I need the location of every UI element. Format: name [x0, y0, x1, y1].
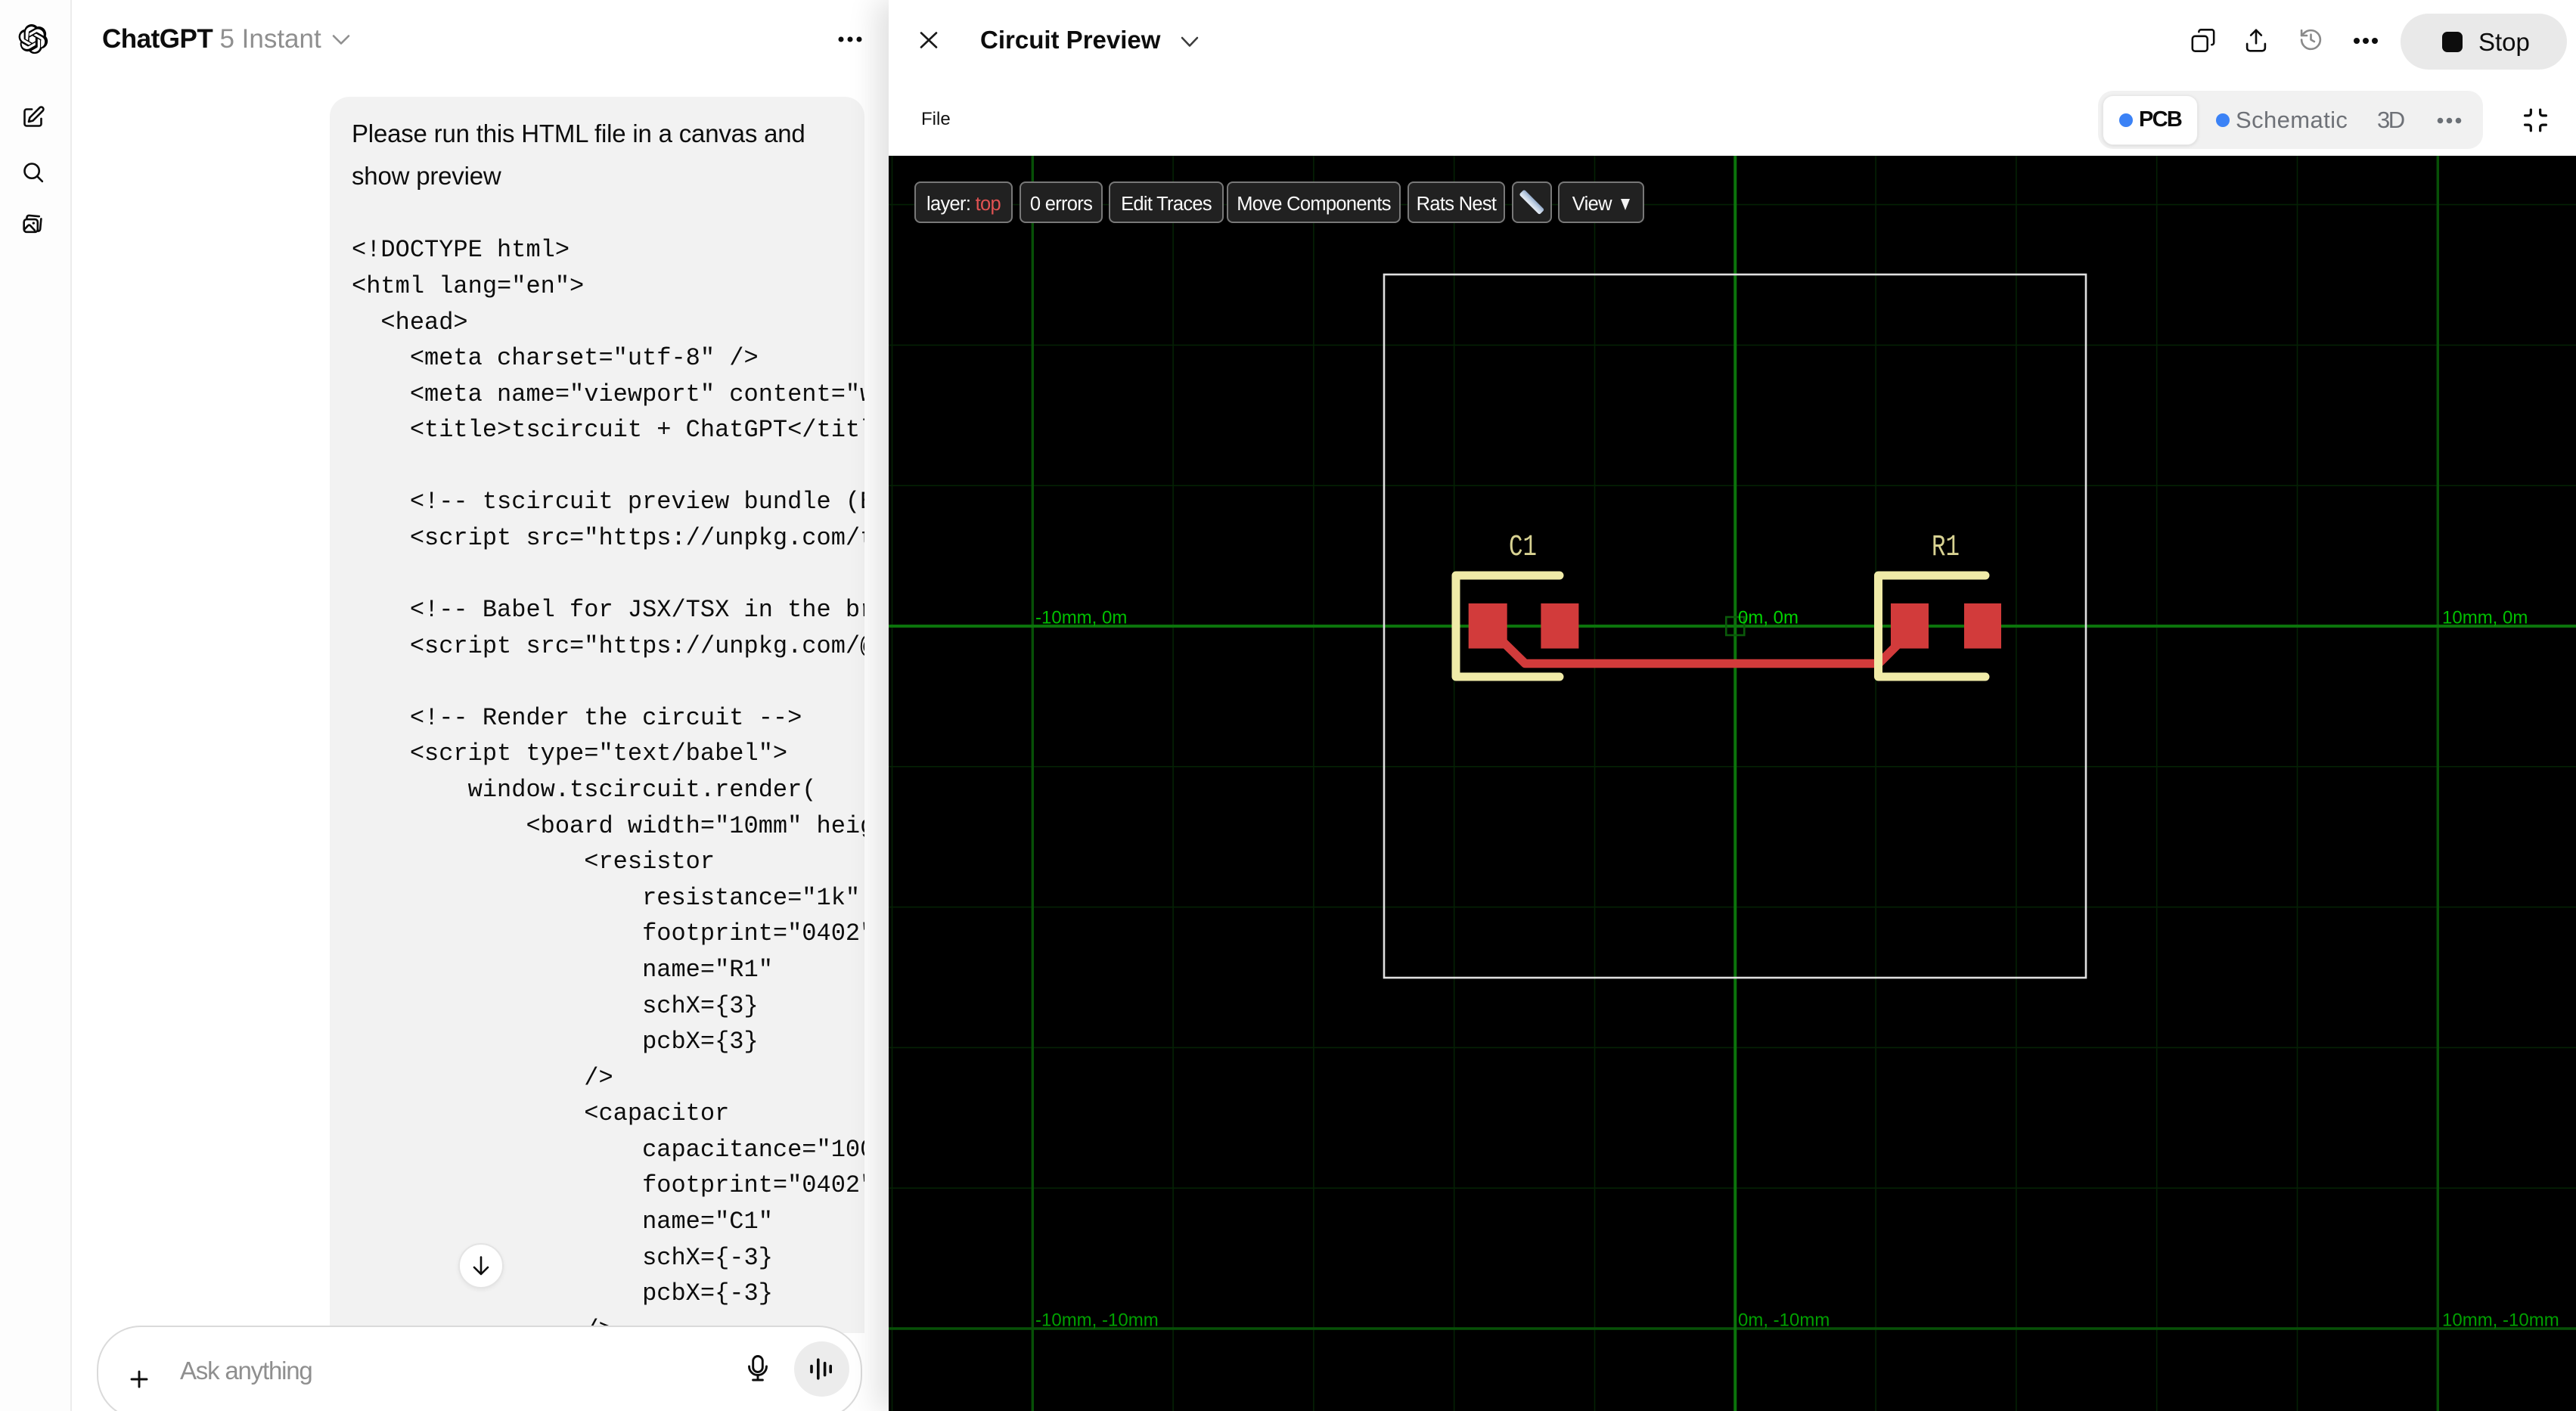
svg-text:R1: R1 — [1932, 531, 1960, 565]
svg-text:C1: C1 — [1509, 531, 1537, 565]
svg-text:10mm, -10mm: 10mm, -10mm — [2442, 1310, 2559, 1331]
svg-text:-10mm, 0m: -10mm, 0m — [1035, 608, 1127, 628]
svg-text:-10mm, -10mm: -10mm, -10mm — [1035, 1310, 1159, 1331]
svg-text:10mm, 0m: 10mm, 0m — [2442, 608, 2528, 628]
svg-text:0m, -10mm: 0m, -10mm — [1738, 1310, 1830, 1331]
svg-text:0m, 0m: 0m, 0m — [1738, 608, 1799, 628]
